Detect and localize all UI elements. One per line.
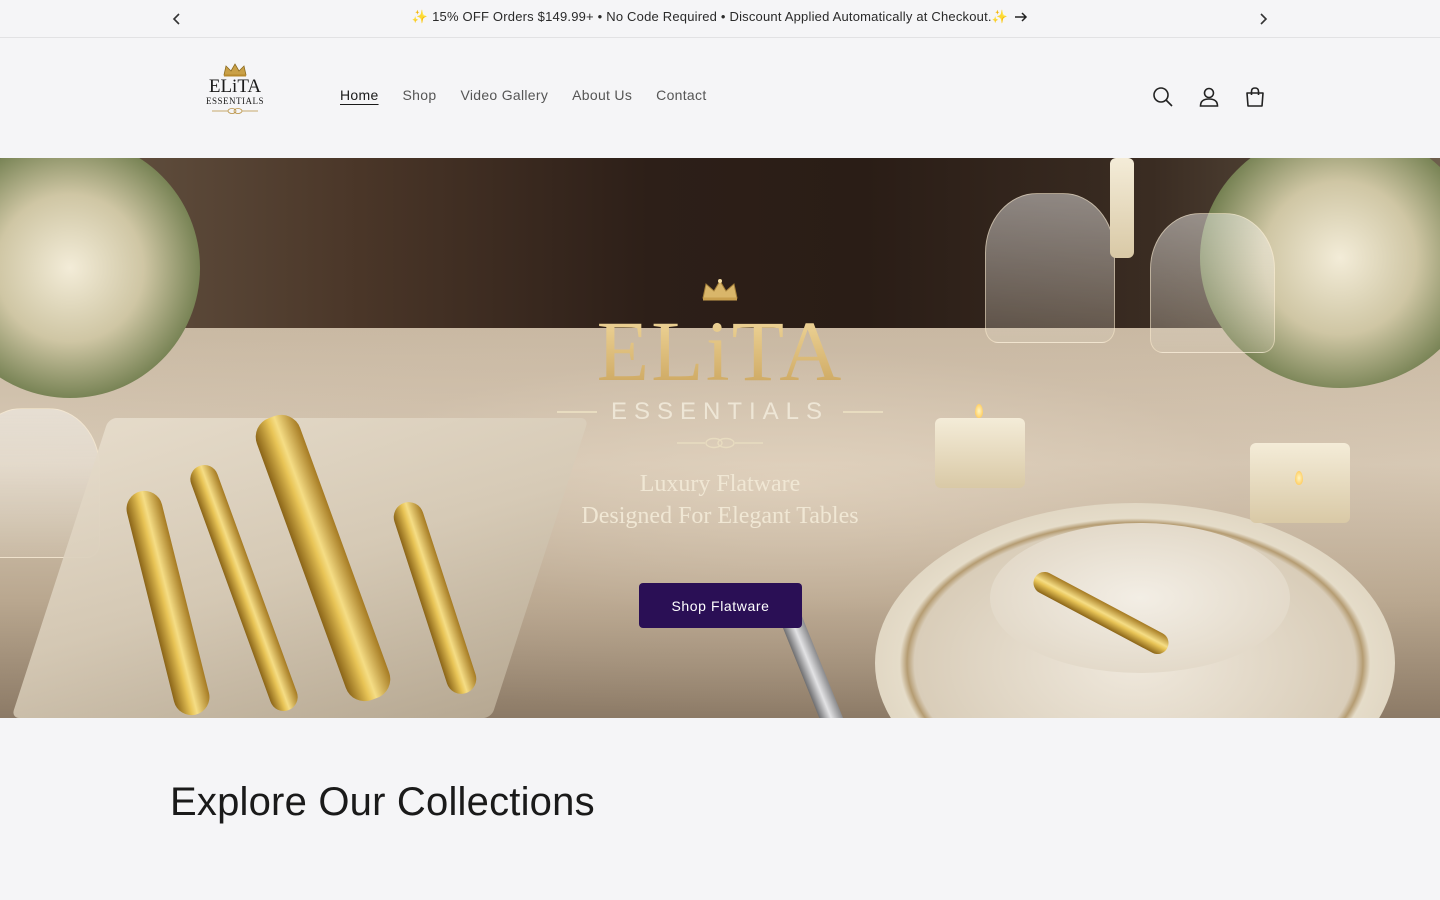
announcement-bar: ✨ 15% OFF Orders $149.99+ • No Code Requ… — [0, 0, 1440, 38]
announcement-next-button[interactable] — [1251, 7, 1275, 31]
divider-line — [843, 411, 884, 413]
chevron-right-icon — [1260, 13, 1268, 25]
nav-contact[interactable]: Contact — [644, 87, 718, 103]
search-button[interactable] — [1150, 84, 1176, 110]
flame-decoration — [975, 404, 983, 418]
flourish-icon — [212, 108, 258, 114]
hero-brand-block: ELiTA ESSENTIALS Luxury Flatware Designe… — [520, 278, 920, 532]
logo-text: ELiTA — [208, 76, 262, 97]
logo-subtext: ESSENTIALS — [205, 96, 264, 106]
nav-home[interactable]: Home — [328, 87, 391, 103]
hero-brand-title: ELiTA — [520, 306, 920, 396]
flame-decoration — [1295, 471, 1303, 485]
hero-tagline: Luxury Flatware Designed For Elegant Tab… — [520, 468, 920, 532]
search-icon — [1153, 87, 1173, 107]
hero-tagline-line2: Designed For Elegant Tables — [581, 503, 859, 529]
nav-video-gallery[interactable]: Video Gallery — [448, 87, 560, 103]
divider-line — [556, 411, 597, 413]
cart-button[interactable] — [1242, 84, 1268, 110]
plate-inner-decoration — [990, 523, 1290, 673]
site-header: ELiTA ESSENTIALS Home Shop Video Gallery… — [0, 39, 1440, 158]
announcement-link[interactable]: ✨ 15% OFF Orders $149.99+ • No Code Requ… — [412, 9, 1008, 25]
nav-about-us[interactable]: About Us — [560, 87, 644, 103]
wine-glass-right-decoration — [1150, 213, 1275, 353]
site-logo[interactable]: ELiTA ESSENTIALS — [196, 63, 274, 121]
hero-brand-subtitle-text: ESSENTIALS — [610, 398, 830, 425]
taper-candle-decoration — [1110, 158, 1134, 258]
candle-left-decoration — [935, 418, 1025, 488]
shop-flatware-button[interactable]: Shop Flatware — [639, 583, 802, 628]
account-button[interactable] — [1196, 84, 1222, 110]
hero-brand-subtitle: ESSENTIALS — [520, 398, 920, 426]
wine-glass-left-decoration — [985, 193, 1115, 343]
crown-icon — [702, 279, 738, 301]
hero-banner: ELiTA ESSENTIALS Luxury Flatware Designe… — [0, 158, 1440, 718]
header-actions — [1150, 84, 1268, 110]
collections-title: Explore Our Collections — [170, 780, 595, 824]
flourish-icon — [677, 437, 763, 449]
announcement-message: ✨ 15% OFF Orders $149.99+ • No Code Requ… — [0, 9, 1440, 25]
arrow-right-icon — [1015, 12, 1028, 22]
nav-shop[interactable]: Shop — [391, 87, 449, 103]
main-nav: Home Shop Video Gallery About Us Contact — [328, 87, 719, 103]
hero-tagline-line1: Luxury Flatware — [639, 471, 801, 497]
crown-icon — [223, 63, 247, 77]
account-icon — [1199, 87, 1219, 107]
cart-icon — [1246, 87, 1264, 107]
